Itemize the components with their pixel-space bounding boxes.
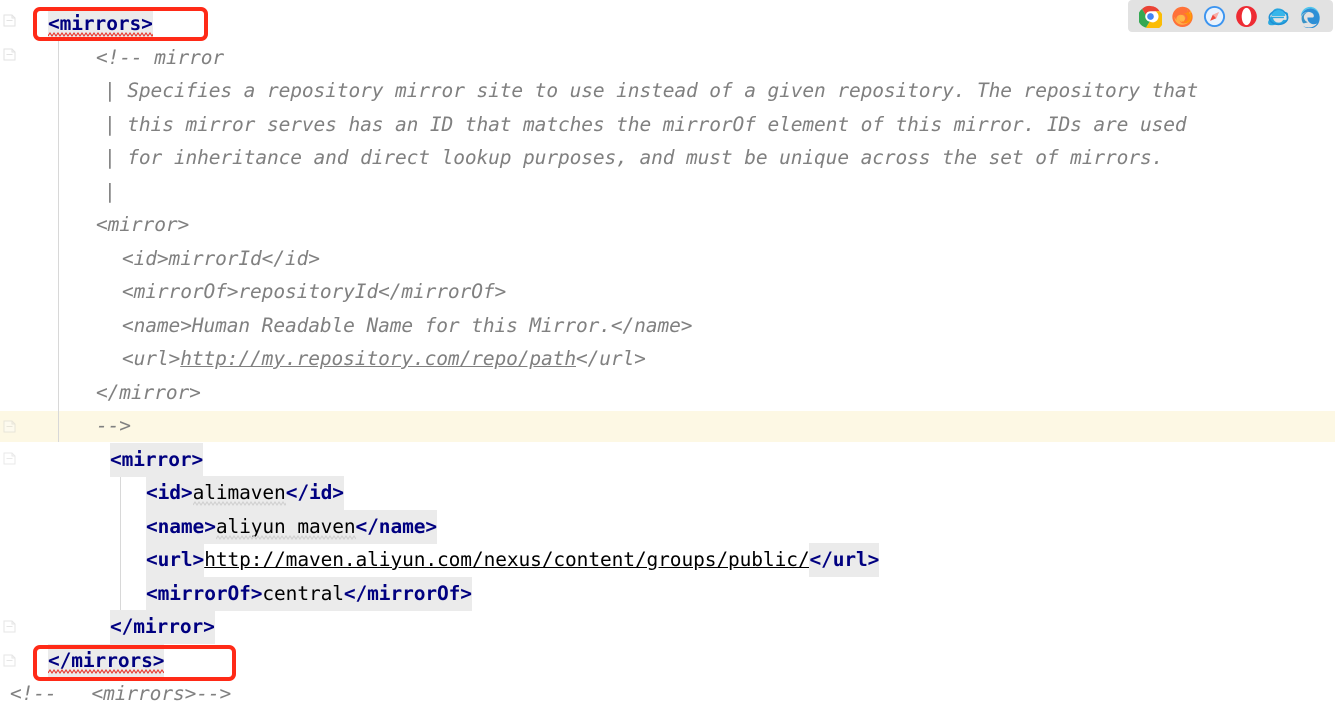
code-token: </id> — [285, 476, 344, 510]
code-token: aliyun maven — [215, 509, 356, 544]
code-line[interactable]: </mirror> — [0, 376, 1335, 410]
code-editor[interactable]: <mirrors> <!-- mirror | Specifies a reposi… — [0, 0, 1335, 705]
code-line[interactable]: <!-- <mirrors>--> — [0, 677, 1335, 711]
code-token: | this mirror serves has an ID that matc… — [104, 112, 1187, 136]
code-token: <mirror> — [96, 213, 190, 236]
code-line[interactable]: <!-- mirror — [0, 41, 1335, 75]
code-token: <mirrorOf>repositoryId</mirrorOf> — [122, 280, 507, 303]
code-line[interactable]: </mirror> — [0, 610, 1335, 644]
code-token: </mirror> — [96, 380, 201, 404]
opera-icon[interactable] — [1235, 5, 1258, 28]
fold-marker-icon[interactable] — [3, 48, 16, 61]
code-token: central — [262, 576, 344, 611]
code-token: <name> — [146, 509, 216, 544]
code-line[interactable]: <mirrorOf>repositoryId</mirrorOf> — [0, 275, 1335, 309]
safari-icon[interactable] — [1203, 5, 1226, 28]
code-token: <!-- <mirrors>--> — [10, 682, 232, 705]
code-line[interactable]: | for inheritance and direct lookup purp… — [0, 141, 1335, 175]
code-token: </mirror> — [110, 610, 215, 644]
code-line[interactable]: <mirrorOf>central</mirrorOf> — [0, 576, 1335, 611]
code-token: http://my.repository.com/repo/path — [180, 347, 576, 370]
code-token: | for inheritance and direct lookup purp… — [104, 146, 1164, 169]
code-line[interactable]: <name>aliyun maven</name> — [0, 509, 1335, 544]
code-token: <id> — [146, 476, 193, 510]
code-token: | Specifies a repository mirror site to … — [104, 79, 1199, 102]
code-line[interactable]: <id>mirrorId</id> — [0, 242, 1335, 276]
fold-marker-icon[interactable] — [3, 620, 16, 633]
code-token: <url> — [122, 347, 181, 370]
code-token: <name>Human Readable Name for this Mirro… — [122, 313, 693, 337]
internet-explorer-icon[interactable] — [1267, 5, 1290, 28]
mirrors-close-tag-annotation — [33, 645, 236, 681]
fold-marker-icon[interactable] — [3, 654, 16, 667]
code-line[interactable]: <id>alimaven</id> — [0, 476, 1335, 510]
code-line[interactable]: <url>http://maven.aliyun.com/nexus/conte… — [0, 543, 1335, 577]
code-token: http://maven.aliyun.com/nexus/content/gr… — [204, 548, 810, 571]
code-token: <id>mirrorId</id> — [122, 246, 320, 270]
code-token: alimaven — [192, 476, 286, 510]
fold-marker-icon[interactable] — [3, 420, 16, 433]
code-token: | — [104, 179, 116, 203]
code-token: --> — [96, 414, 131, 437]
mirrors-open-tag-annotation — [33, 7, 208, 41]
code-line[interactable]: | — [0, 175, 1335, 209]
code-token: <mirror> — [110, 442, 203, 477]
code-line[interactable]: | this mirror serves has an ID that matc… — [0, 108, 1335, 142]
code-line[interactable]: <name>Human Readable Name for this Mirro… — [0, 309, 1335, 343]
code-line[interactable]: | Specifies a repository mirror site to … — [0, 74, 1335, 108]
code-token: </url> — [809, 543, 879, 577]
edge-icon[interactable] — [1299, 5, 1322, 28]
code-line[interactable]: <mirror> — [0, 442, 1335, 477]
code-token: <!-- mirror — [96, 45, 225, 69]
code-token: </name> — [355, 509, 437, 544]
code-token: </url> — [575, 347, 646, 370]
code-line[interactable]: <mirror> — [0, 208, 1335, 242]
code-token: <mirrorOf> — [146, 576, 263, 611]
code-token: <url> — [146, 543, 204, 577]
code-line[interactable]: --> — [0, 409, 1335, 443]
fold-marker-icon[interactable] — [3, 14, 16, 27]
firefox-icon[interactable] — [1171, 5, 1194, 28]
code-token: </mirrorOf> — [343, 576, 472, 611]
chrome-icon[interactable] — [1137, 5, 1164, 30]
editor-gutter[interactable] — [0, 0, 22, 699]
fold-marker-icon[interactable] — [3, 452, 16, 465]
code-line[interactable]: <url>http://my.repository.com/repo/path<… — [0, 342, 1335, 376]
browser-preview-toolbar[interactable] — [1128, 0, 1333, 32]
